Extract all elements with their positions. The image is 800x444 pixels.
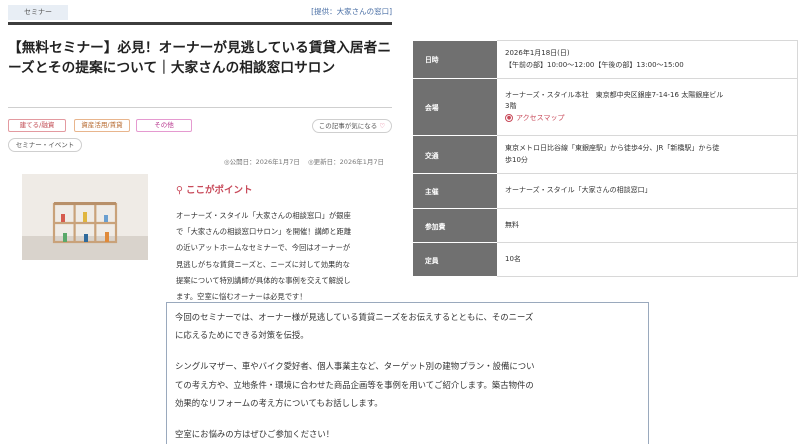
summary-line: 提案について特別講師が具体的な事例を交えて解説し xyxy=(176,275,351,285)
page-title: 【無料セミナー】必見！オーナーが見逃している賃貸入居者ニーズとその提案について｜… xyxy=(8,40,392,76)
point-summary: オーナーズ・スタイル「大家さんの相談窓口」が銀座 で「大家さんの相談窓口サロン」… xyxy=(176,208,398,305)
info-row-fee: 参加費 無料 xyxy=(413,208,798,243)
category-build-finance[interactable]: 建てる/融資 xyxy=(8,119,66,132)
published-date: ◎公開日：2026年1月7日 xyxy=(223,158,300,166)
title-top-rule xyxy=(8,22,392,25)
point-heading-text: ここがポイント xyxy=(185,185,253,196)
info-label: 定員 xyxy=(413,242,497,277)
title-divider xyxy=(8,107,392,108)
info-value-line: 無料 xyxy=(505,220,519,229)
info-value-line: 【午前の部】10:00～12:00【午後の部】13:00～15:00 xyxy=(505,60,684,69)
favorite-button[interactable]: この記事が気になる ♡ xyxy=(312,119,392,133)
info-value: 東京メトロ日比谷線「東銀座駅」から徒歩4分、JR「新橋駅」から徒 歩10分 xyxy=(497,135,798,174)
info-row-venue: 会場 オーナーズ・スタイル本社 東京都中央区銀座7-14-16 太陽銀座ビル 3… xyxy=(413,78,798,136)
detail-paragraph-3: 空室にお悩みの方はぜひご参加ください！ xyxy=(175,425,640,443)
detail-line: 効果的なリフォームの考え方についてもお話しします。 xyxy=(175,397,383,408)
article-dates: ◎公開日：2026年1月7日 ◎更新日：2026年1月7日 xyxy=(200,156,384,166)
info-label: 交通 xyxy=(413,135,497,174)
info-row-capacity: 定員 10名 xyxy=(413,242,798,277)
info-row-datetime: 日時 2026年1月18日(日) 【午前の部】10:00～12:00【午後の部】… xyxy=(413,40,798,79)
seminar-detail-box: 今回のセミナーでは、オーナー様が見逃している賃貸ニーズをお伝えするとともに、その… xyxy=(166,302,649,444)
summary-line: オーナーズ・スタイル「大家さんの相談窓口」が銀座 xyxy=(176,211,351,220)
info-value-line: 2026年1月18日(日) xyxy=(505,49,570,57)
info-value: オーナーズ・スタイル「大家さんの相談窓口」 xyxy=(497,173,798,209)
detail-paragraph-1: 今回のセミナーでは、オーナー様が見逃している賃貸ニーズをお伝えするとともに、その… xyxy=(175,308,640,344)
info-value: 無料 xyxy=(497,208,798,243)
provider-label: [提供：大家さんの窓口] xyxy=(311,7,392,16)
access-map-label: アクセスマップ xyxy=(516,113,565,122)
access-map-link[interactable]: ● アクセスマップ xyxy=(505,113,565,122)
point-heading: ⚲ ここがポイント xyxy=(176,182,252,196)
info-label: 参加費 xyxy=(413,208,497,243)
info-label: 日時 xyxy=(413,40,497,79)
seminar-category-tag: セミナー xyxy=(8,5,68,20)
info-value-line: 10名 xyxy=(505,254,521,263)
heart-icon: ♡ xyxy=(379,122,386,130)
info-row-organizer: 主催 オーナーズ・スタイル「大家さんの相談窓口」 xyxy=(413,173,798,209)
info-value-line: オーナーズ・スタイル本社 東京都中央区銀座7-14-16 太陽銀座ビル xyxy=(505,90,724,99)
article-thumbnail xyxy=(22,174,148,260)
detail-paragraph-2: シングルマザー、車やバイク愛好者、個人事業主など、ターゲット別の建物プラン・設備… xyxy=(175,357,640,412)
updated-date: ◎更新日：2026年1月7日 xyxy=(308,158,384,166)
info-value-line: 3階 xyxy=(505,102,517,111)
map-marker-icon: ● xyxy=(505,113,513,122)
detail-line: ての考え方や、立地条件・環境に合わせた商品企画等を事例を用いてご紹介します。築古… xyxy=(175,379,534,390)
detail-line: に応えるためにできる対策を伝授。 xyxy=(175,330,309,341)
summary-line: 見逃しがちな賃貸ニーズと、ニーズに対して効果的な xyxy=(176,259,350,269)
detail-line: 空室にお悩みの方はぜひご参加ください！ xyxy=(175,429,335,440)
info-value: 10名 xyxy=(497,242,798,277)
detail-line: 今回のセミナーでは、オーナー様が見逃している賃貸ニーズをお伝えするとともに、その… xyxy=(175,312,534,322)
info-row-transport: 交通 東京メトロ日比谷線「東銀座駅」から徒歩4分、JR「新橋駅」から徒 歩10分 xyxy=(413,135,798,174)
detail-line: シングルマザー、車やバイク愛好者、個人事業主など、ターゲット別の建物プラン・設備… xyxy=(175,361,535,372)
info-value: 2026年1月18日(日) 【午前の部】10:00～12:00【午後の部】13:… xyxy=(497,40,798,79)
info-value-line: 東京メトロ日比谷線「東銀座駅」から徒歩4分、JR「新橋駅」から徒 xyxy=(505,144,720,152)
info-value-line: 歩10分 xyxy=(505,155,528,164)
summary-line: で「大家さんの相談窓口サロン」を開催！講師と距離 xyxy=(176,227,352,237)
favorite-label: この記事が気になる xyxy=(318,122,378,130)
info-value: オーナーズ・スタイル本社 東京都中央区銀座7-14-16 太陽銀座ビル 3階 ●… xyxy=(497,78,798,136)
info-value-line: オーナーズ・スタイル「大家さんの相談窓口」 xyxy=(505,186,652,195)
category-other[interactable]: その他 xyxy=(136,119,192,132)
map-pin-icon: ⚲ xyxy=(176,185,183,196)
summary-line: の近いアットホームなセミナーで、今回はオーナーが xyxy=(176,243,351,253)
info-label: 会場 xyxy=(413,78,497,136)
event-info-table: 日時 2026年1月18日(日) 【午前の部】10:00～12:00【午後の部】… xyxy=(413,40,798,277)
info-label: 主催 xyxy=(413,173,497,209)
tag-seminar-event[interactable]: セミナー・イベント xyxy=(8,138,82,152)
category-asset-rental[interactable]: 資産活用/賃貸 xyxy=(74,119,130,132)
